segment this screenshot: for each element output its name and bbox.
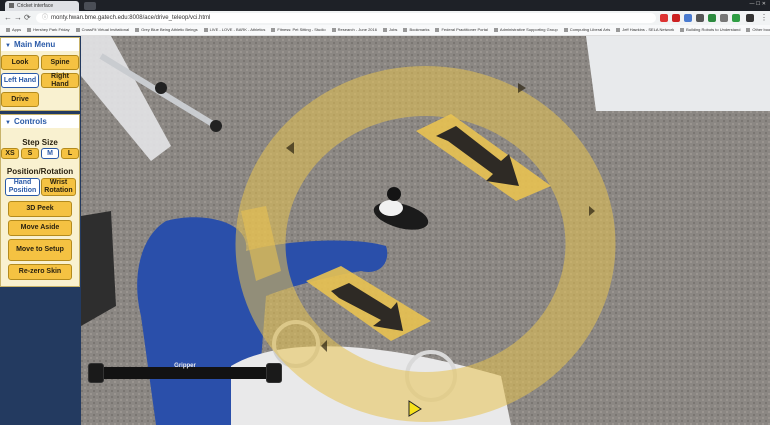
bookmark-label: Jeff Hawkins - SELA Network — [622, 27, 675, 32]
bookmark-label: LIVE - LOVE - BARK - Athletics — [209, 27, 266, 32]
bookmark-item[interactable]: Hershey Park Friday — [27, 25, 70, 35]
drive-button[interactable]: Drive — [1, 92, 39, 107]
bookmark-item[interactable]: CrossFit Virtual Invitational — [75, 25, 130, 35]
main-menu-title: Main Menu — [13, 40, 56, 49]
bookmark-item[interactable]: Bookmarks — [403, 25, 429, 35]
extension-icon[interactable] — [684, 14, 692, 22]
info-icon: ⓘ — [42, 15, 49, 21]
tab-favicon-icon — [9, 3, 14, 9]
forward-icon[interactable]: → — [14, 13, 22, 23]
extension-icon[interactable] — [732, 14, 740, 22]
bookmark-label: Grey Blue Being Athletic Beings — [141, 27, 198, 32]
tab-strip: Cricket interface — ☐ ✕ — [0, 0, 770, 11]
bookmark-item[interactable]: Apps — [6, 25, 21, 35]
bookmark-icon — [331, 27, 336, 32]
look-button[interactable]: Look — [1, 55, 39, 70]
extension-icon[interactable] — [720, 14, 728, 22]
bookmark-label: Apps — [12, 27, 22, 32]
bookmark-item[interactable]: Fitness: Pet Sitting - Studio — [271, 25, 326, 35]
extension-icon[interactable] — [746, 14, 754, 22]
step-size-label: Step Size — [22, 138, 58, 147]
bookmark-label: CrossFit Virtual Invitational — [81, 27, 130, 32]
bookmark-icon — [493, 27, 498, 32]
move-aside-button[interactable]: Move Aside — [8, 220, 72, 236]
browser-tab[interactable]: Cricket interface — [5, 1, 79, 11]
extension-icon[interactable] — [672, 14, 680, 22]
bookmark-icon — [680, 27, 685, 32]
bookmark-icon — [6, 27, 10, 32]
bookmark-item[interactable]: Jeff Hawkins - SELA Network — [616, 25, 674, 35]
caret-down-icon: ▼ — [5, 43, 11, 49]
bookmark-item[interactable]: Other bookmarks — [746, 25, 770, 35]
bookmark-item[interactable]: Grey Blue Being Athletic Beings — [135, 25, 198, 35]
hand-position-button[interactable]: Hand Position — [5, 178, 40, 196]
bookmark-icon — [75, 27, 80, 32]
extension-icon[interactable] — [708, 14, 716, 22]
bookmark-label: Research - June 2016 — [337, 27, 377, 32]
bookmark-label: Administrative Supporting Group — [499, 27, 558, 32]
extension-icon[interactable] — [696, 14, 704, 22]
bookmark-label: Other bookmarks — [752, 27, 770, 32]
reload-icon[interactable]: ⟳ — [24, 13, 31, 23]
bookmark-icon — [563, 27, 568, 32]
bookmark-icon — [135, 27, 140, 32]
bookmark-label: Jobs — [388, 27, 398, 32]
gripper-label: Gripper — [174, 363, 196, 369]
wrist-rotation-button[interactable]: Wrist Rotation — [41, 178, 76, 196]
menu-icon[interactable]: ⋮ — [760, 13, 768, 23]
address-toolbar: ← → ⟳ ⓘ monty.hwan.bme.gatech.edu:8008/ac… — [0, 11, 770, 25]
window-controls[interactable]: — ☐ ✕ — [750, 1, 766, 7]
bookmark-icon — [435, 27, 440, 32]
move-to-setup-button[interactable]: Move to Setup — [8, 239, 72, 261]
back-icon[interactable]: ← — [4, 13, 12, 23]
new-tab-button[interactable] — [84, 2, 96, 10]
url-text: monty.hwan.bme.gatech.edu:8008/ace/drive… — [51, 15, 211, 21]
bookmark-icon — [746, 27, 751, 32]
bookmark-label: Building Robots to Understand — [686, 27, 741, 32]
main-menu-header[interactable]: ▼ Main Menu — [1, 38, 79, 51]
step-size-xs-button[interactable]: XS — [1, 148, 19, 159]
3d-peek-button[interactable]: 3D Peek — [8, 201, 72, 217]
right-hand-button[interactable]: Right Hand — [41, 73, 79, 88]
controls-header[interactable]: ▼ Controls — [1, 115, 79, 128]
bookmark-item[interactable]: Jobs — [382, 25, 398, 35]
bookmark-icon — [271, 27, 276, 32]
bookmark-item[interactable]: Computing Liberal Arts — [563, 25, 611, 35]
extension-icon[interactable] — [660, 14, 668, 22]
bookmark-icon — [27, 27, 32, 32]
bookmark-label: Hershey Park Friday — [33, 27, 70, 32]
bookmark-item[interactable]: Federal Practitioner Portal — [435, 25, 488, 35]
step-size-s-button[interactable]: S — [21, 148, 39, 159]
spine-button[interactable]: Spine — [41, 55, 79, 70]
bookmark-item[interactable]: LIVE - LOVE - BARK - Athletics — [203, 25, 266, 35]
bookmark-icon — [382, 27, 387, 32]
caret-down-icon: ▼ — [5, 120, 11, 126]
position-rotation-label: Position/Rotation — [6, 167, 74, 176]
bookmarks-bar: Apps Hershey Park Friday CrossFit Virtual … — [0, 25, 770, 36]
tab-title: Cricket interface — [17, 3, 54, 9]
bookmark-label: Bookmarks — [409, 27, 430, 32]
bookmark-label: Computing Liberal Arts — [569, 27, 611, 32]
bookmark-item[interactable]: Research - June 2016 — [331, 25, 377, 35]
step-size-m-button[interactable]: M — [41, 148, 59, 159]
left-hand-button[interactable]: Left Hand — [1, 73, 39, 88]
bookmark-item[interactable]: Building Robots to Understand — [680, 25, 740, 35]
controls-title: Controls — [13, 117, 47, 126]
bookmark-icon — [616, 27, 621, 32]
rezero-skin-button[interactable]: Re-zero Skin — [8, 264, 72, 280]
bookmark-icon — [203, 27, 208, 32]
step-size-l-button[interactable]: L — [61, 148, 79, 159]
url-bar[interactable]: ⓘ monty.hwan.bme.gatech.edu:8008/ace/driv… — [36, 13, 656, 23]
bookmark-label: Fitness: Pet Sitting - Studio — [277, 27, 326, 32]
bookmark-label: Federal Practitioner Portal — [441, 27, 488, 32]
bookmark-icon — [403, 27, 408, 32]
gripper-slider[interactable]: Gripper — [88, 363, 282, 383]
bookmark-item[interactable]: Administrative Supporting Group — [493, 25, 558, 35]
